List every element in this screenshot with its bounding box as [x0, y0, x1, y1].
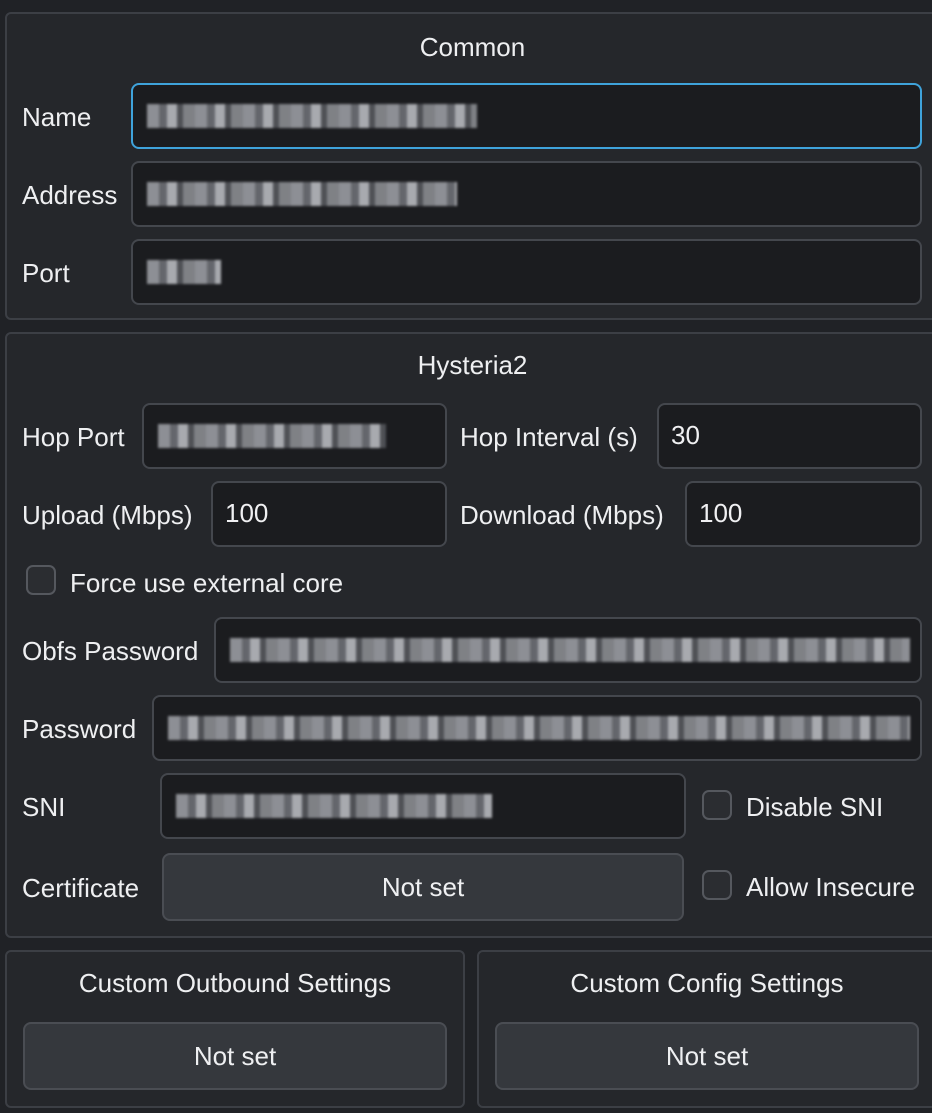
- obfs-password-redacted: [230, 638, 910, 662]
- sni-redacted: [176, 794, 492, 818]
- hop-interval-field[interactable]: 30: [657, 403, 922, 469]
- sni-field[interactable]: [160, 773, 686, 839]
- common-title: Common: [419, 32, 526, 62]
- certificate-label: Certificate: [22, 873, 140, 903]
- port-field[interactable]: [131, 239, 922, 305]
- name-label: Name: [22, 102, 92, 132]
- common-group: Common Name Address Port: [5, 12, 932, 320]
- port-label: Port: [22, 258, 70, 288]
- disable-sni-checkbox[interactable]: [702, 790, 732, 820]
- password-redacted: [168, 716, 910, 740]
- sni-label: SNI: [22, 792, 66, 822]
- custom-outbound-button[interactable]: Not set: [23, 1022, 447, 1090]
- force-external-core-checkbox[interactable]: [26, 565, 56, 595]
- obfs-password-field[interactable]: [214, 617, 922, 683]
- password-label: Password: [22, 714, 137, 744]
- hysteria2-title: Hysteria2: [417, 350, 528, 380]
- hop-interval-label: Hop Interval (s): [460, 422, 638, 452]
- custom-config-group: Custom Config Settings Not set: [477, 950, 932, 1108]
- allow-insecure-label[interactable]: Allow Insecure: [746, 872, 915, 903]
- obfs-password-label: Obfs Password: [22, 636, 199, 666]
- address-redacted: [147, 182, 457, 206]
- certificate-button[interactable]: Not set: [162, 853, 684, 921]
- allow-insecure-checkbox[interactable]: [702, 870, 732, 900]
- address-label: Address: [22, 180, 118, 210]
- password-field[interactable]: [152, 695, 922, 761]
- name-field[interactable]: [131, 83, 922, 149]
- hop-port-label: Hop Port: [22, 422, 125, 452]
- hop-port-redacted: [158, 424, 386, 448]
- download-label: Download (Mbps): [460, 500, 664, 530]
- hysteria2-group: Hysteria2 Hop Port Hop Interval (s) 30 U…: [5, 332, 932, 938]
- force-external-core-label[interactable]: Force use external core: [70, 568, 343, 599]
- disable-sni-label[interactable]: Disable SNI: [746, 792, 883, 823]
- upload-label: Upload (Mbps): [22, 500, 193, 530]
- custom-outbound-group: Custom Outbound Settings Not set: [5, 950, 465, 1108]
- custom-outbound-title: Custom Outbound Settings: [78, 968, 392, 998]
- port-redacted: [147, 260, 221, 284]
- download-field[interactable]: 100: [685, 481, 922, 547]
- upload-field[interactable]: 100: [211, 481, 447, 547]
- address-field[interactable]: [131, 161, 922, 227]
- custom-config-title: Custom Config Settings: [570, 968, 844, 998]
- hop-port-field[interactable]: [142, 403, 447, 469]
- custom-config-button[interactable]: Not set: [495, 1022, 919, 1090]
- name-redacted: [147, 104, 477, 128]
